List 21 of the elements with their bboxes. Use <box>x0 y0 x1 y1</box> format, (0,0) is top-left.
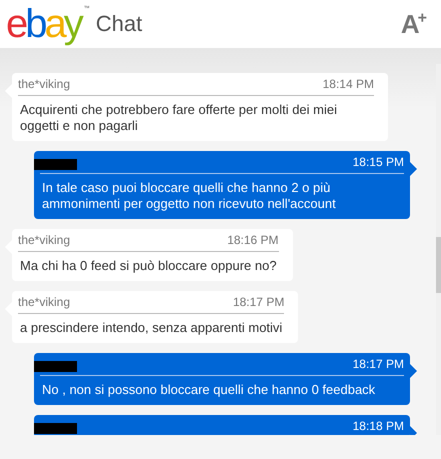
message-text: Ma chi ha 0 feed si può bloccare oppure no? <box>19 257 278 275</box>
message-time: 18:16 PM <box>227 233 279 247</box>
redacted-name <box>34 422 77 434</box>
sender-name: the*viking <box>18 233 70 247</box>
redacted-name <box>34 158 77 170</box>
message-text: Acquirenti che potrebbero fare offerte per molti dei miei oggetti e non pagarli <box>19 101 338 135</box>
sender-name: the*viking <box>18 77 70 91</box>
chat-title: Chat <box>96 11 142 37</box>
font-size-button[interactable]: A$^{+}$ <box>400 11 427 37</box>
message-time: 18:15 PM <box>352 155 404 169</box>
message-text: No , non si possono bloccare quelli che hanno 0 feedback <box>41 381 376 399</box>
message-time: 18:17 PM <box>232 295 284 309</box>
message-time: 18:18 PM <box>352 419 404 433</box>
scrollbar-thumb[interactable] <box>436 237 441 293</box>
ebay-logo: ebay <box>6 4 81 44</box>
message-text: In tale caso puoi bloccare quelli che hanno 2 o più ammonimenti per oggetto non ricevuto nell'account <box>41 179 337 213</box>
message-time: 18:14 PM <box>322 77 374 91</box>
message-time: 18:17 PM <box>352 357 404 371</box>
message-text: a prescindere intendo, senza apparenti motivi <box>19 319 284 337</box>
sender-name: the*viking <box>18 295 70 309</box>
redacted-name <box>34 360 77 372</box>
